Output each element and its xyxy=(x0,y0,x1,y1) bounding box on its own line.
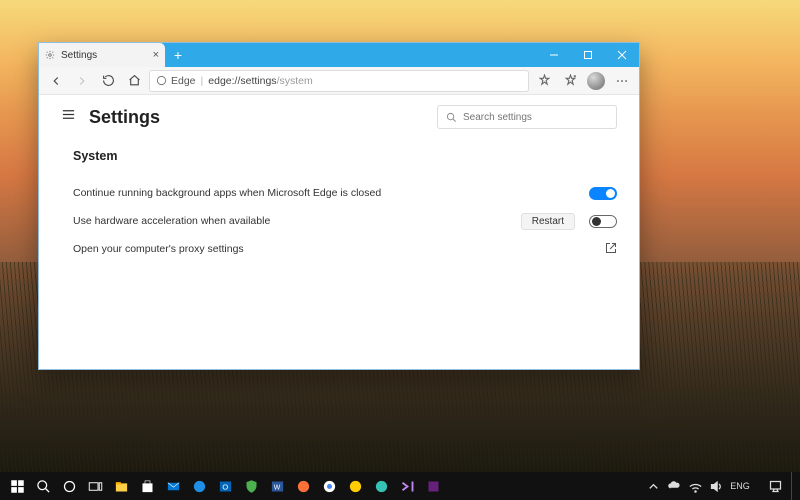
maximize-button[interactable] xyxy=(571,43,605,67)
desktop-wallpaper: Settings × + Edge | edge://settings/sy xyxy=(0,0,800,500)
taskbar-app-security[interactable] xyxy=(238,472,264,500)
restart-button[interactable]: Restart xyxy=(521,213,575,230)
browser-window: Settings × + Edge | edge://settings/sy xyxy=(38,42,640,370)
read-aloud-icon[interactable] xyxy=(533,70,555,92)
refresh-button[interactable] xyxy=(97,70,119,92)
svg-text:W: W xyxy=(273,484,280,491)
toggle-background-apps[interactable] xyxy=(589,187,617,200)
gear-icon xyxy=(45,50,55,60)
taskbar-app-firefox[interactable] xyxy=(290,472,316,500)
tray-volume-icon[interactable] xyxy=(707,472,725,500)
browser-tab[interactable]: Settings × xyxy=(39,43,165,67)
taskbar-app-explorer[interactable] xyxy=(108,472,134,500)
search-icon xyxy=(446,112,457,123)
cortana-icon[interactable] xyxy=(56,472,82,500)
favorites-icon[interactable] xyxy=(559,70,581,92)
task-view-icon[interactable] xyxy=(82,472,108,500)
tab-close-icon[interactable]: × xyxy=(153,49,159,61)
menu-icon[interactable] xyxy=(61,107,77,127)
toggle-hardware-accel[interactable] xyxy=(589,215,617,228)
more-menu-button[interactable] xyxy=(611,70,633,92)
taskbar-app-edge2[interactable] xyxy=(368,472,394,500)
url-field[interactable]: Edge | edge://settings/system xyxy=(149,70,529,92)
svg-text:O: O xyxy=(222,482,228,491)
taskbar-app-vs[interactable] xyxy=(394,472,420,500)
window-titlebar[interactable]: Settings × + xyxy=(39,43,639,67)
settings-search[interactable] xyxy=(437,105,617,129)
tray-onedrive-icon[interactable] xyxy=(665,472,683,500)
taskbar-app-paint[interactable] xyxy=(420,472,446,500)
forward-button[interactable] xyxy=(71,70,93,92)
taskbar-app-canary[interactable] xyxy=(342,472,368,500)
tray-network-icon[interactable] xyxy=(686,472,704,500)
tray-overflow-icon[interactable] xyxy=(644,472,662,500)
taskbar-app-outlook[interactable]: O xyxy=(212,472,238,500)
settings-search-input[interactable] xyxy=(463,112,608,123)
page-title: Settings xyxy=(89,107,425,128)
new-tab-button[interactable]: + xyxy=(165,43,191,67)
setting-row-proxy[interactable]: Open your computer's proxy settings xyxy=(73,235,617,263)
back-button[interactable] xyxy=(45,70,67,92)
url-host: Edge xyxy=(171,75,196,87)
search-button[interactable] xyxy=(30,472,56,500)
action-center-icon[interactable] xyxy=(766,472,784,500)
url-origin: edge://settings xyxy=(208,75,276,87)
close-button[interactable] xyxy=(605,43,639,67)
setting-label: Open your computer's proxy settings xyxy=(73,243,605,255)
show-desktop-button[interactable] xyxy=(791,472,796,500)
external-link-icon xyxy=(605,242,617,257)
tray-language-icon[interactable]: ENG xyxy=(728,472,752,500)
start-button[interactable] xyxy=(4,472,30,500)
system-section: System Continue running background apps … xyxy=(61,139,617,263)
page-content: Settings System Continue running backgro… xyxy=(39,95,639,369)
minimize-button[interactable] xyxy=(537,43,571,67)
taskbar-app-mail[interactable] xyxy=(160,472,186,500)
tab-title: Settings xyxy=(61,50,147,61)
setting-row-background-apps: Continue running background apps when Mi… xyxy=(73,179,617,207)
url-path: /system xyxy=(277,75,313,87)
home-button[interactable] xyxy=(123,70,145,92)
profile-avatar[interactable] xyxy=(585,70,607,92)
taskbar-app-chrome[interactable] xyxy=(316,472,342,500)
window-controls xyxy=(537,43,639,67)
taskbar: O W ENG xyxy=(0,472,800,500)
taskbar-app-edge[interactable] xyxy=(186,472,212,500)
setting-label: Continue running background apps when Mi… xyxy=(73,187,589,199)
section-heading: System xyxy=(73,149,617,163)
taskbar-app-store[interactable] xyxy=(134,472,160,500)
system-tray: ENG xyxy=(644,472,796,500)
taskbar-app-word[interactable]: W xyxy=(264,472,290,500)
edge-icon xyxy=(156,75,167,86)
setting-row-hardware-accel: Use hardware acceleration when available… xyxy=(73,207,617,235)
setting-label: Use hardware acceleration when available xyxy=(73,215,521,227)
address-bar: Edge | edge://settings/system xyxy=(39,67,639,95)
